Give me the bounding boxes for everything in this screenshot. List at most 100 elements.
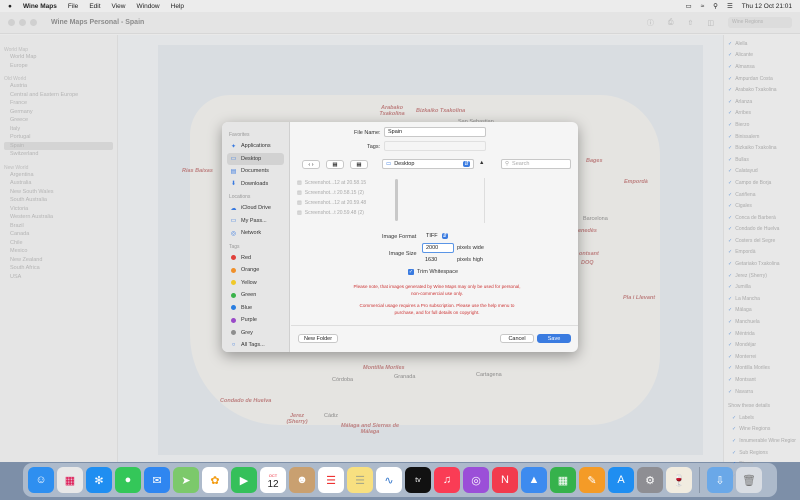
keynote-icon[interactable]: ▲ (521, 467, 547, 493)
image-size-label: Image Size (389, 251, 417, 257)
dialog-sidebar-label: Documents (241, 168, 269, 175)
location-popup[interactable]: ▭ Desktop ⇵ (382, 159, 474, 169)
dialog-sidebar-item[interactable]: ◎ Network (227, 227, 284, 240)
width-field[interactable]: 2000 (422, 243, 454, 253)
dialog-sidebar-item[interactable]: ☁ iCloud Drive (227, 202, 284, 215)
dialog-sidebar-item[interactable]: ✦ Applications (227, 140, 284, 153)
group-button[interactable]: ▦ (350, 160, 368, 169)
dialog-sidebar-label: Purple (241, 317, 257, 324)
tag-color-dot (231, 317, 236, 323)
tv-icon[interactable]: tv (405, 467, 431, 493)
tag-color-dot (231, 267, 236, 273)
wifi-icon[interactable]: ≈ (701, 3, 705, 10)
cancel-button[interactable]: Cancel (500, 334, 534, 343)
search-icon[interactable]: ⚲ (713, 2, 718, 10)
safari-icon[interactable]: ✻ (86, 467, 112, 493)
menu-view[interactable]: View (112, 3, 126, 10)
control-center-icon[interactable]: ☰ (727, 2, 733, 10)
contacts-icon[interactable]: ☻ (289, 467, 315, 493)
file-row[interactable]: ▧ Screenshot...12 at 20.58.15 (297, 178, 397, 188)
apple-icon[interactable]: ● (8, 3, 12, 10)
menu-bar: ● Wine Maps File Edit View Window Help ▭… (0, 0, 800, 12)
dialog-sidebar-item[interactable]: Grey (227, 327, 284, 340)
dialog-sidebar-item[interactable]: ⬇ Downloads (227, 178, 284, 191)
menu-window[interactable]: Window (137, 3, 160, 10)
notes-icon[interactable]: ☰ (347, 467, 373, 493)
save-dialog: Favorites ✦ Applications ▭ Desktop ▤ Documents… (222, 122, 578, 352)
finder-icon[interactable]: ☺ (28, 467, 54, 493)
file-name: Screenshot...12 at 20.58.15 (304, 180, 367, 186)
menu-help[interactable]: Help (171, 3, 184, 10)
height-field[interactable]: 1630 (422, 255, 454, 265)
music-icon[interactable]: ♫ (434, 467, 460, 493)
battery-icon[interactable]: ▭ (685, 2, 691, 10)
network-icon: ◎ (230, 230, 237, 237)
downloads-folder-icon[interactable]: ⇩ (707, 467, 733, 493)
freeform-icon[interactable]: ∿ (376, 467, 402, 493)
tag-dot-icon (230, 329, 237, 336)
dialog-sidebar-item[interactable]: ▤ Documents (227, 165, 284, 178)
file-row[interactable]: ▧ Screenshot...t 20.59.48 (2) (297, 208, 397, 218)
back-forward-buttons[interactable]: ‹ › (302, 160, 320, 169)
dialog-sidebar-item[interactable]: Green (227, 289, 284, 302)
dialog-sidebar-item[interactable]: Purple (227, 314, 284, 327)
menu-clock[interactable]: Thu 12 Oct 21:01 (742, 3, 792, 10)
menu-file[interactable]: File (68, 3, 78, 10)
news-icon[interactable]: N (492, 467, 518, 493)
trim-label: Trim Whitespace (417, 269, 459, 275)
file-name: Screenshot...t 20.59.48 (2) (304, 210, 364, 216)
app-store-icon[interactable]: A (608, 467, 634, 493)
location-label: Desktop (394, 161, 415, 167)
dialog-sidebar: Favorites ✦ Applications ▭ Desktop ▤ Documents… (222, 122, 290, 352)
file-browser-divider (484, 178, 485, 223)
menu-app-name[interactable]: Wine Maps (23, 3, 57, 10)
folder-icon: ▭ (386, 161, 392, 167)
file-row[interactable]: ▧ Screenshot...t 20.58.15 (2) (297, 188, 397, 198)
menu-edit[interactable]: Edit (89, 3, 100, 10)
messages-icon[interactable]: ● (115, 467, 141, 493)
view-mode-button[interactable]: ▦ (326, 160, 344, 169)
podcasts-icon[interactable]: ◎ (463, 467, 489, 493)
dialog-sidebar-item[interactable]: ▭ My Pass... (227, 215, 284, 228)
dialog-sidebar-item[interactable]: Red (227, 252, 284, 265)
dialog-sidebar-heading: Tags (229, 243, 240, 250)
save-button[interactable]: Save (537, 334, 571, 343)
tag-color-dot (231, 255, 236, 261)
facetime-icon[interactable]: ▶ (231, 467, 257, 493)
dialog-sidebar-item[interactable]: ▭ Desktop (227, 152, 284, 165)
dialog-sidebar-label: Yellow (241, 279, 257, 286)
calendar-icon[interactable]: OCT 12 (260, 467, 286, 493)
reminders-icon[interactable]: ☰ (318, 467, 344, 493)
dialog-search-field[interactable]: ⚲ Search (501, 159, 571, 169)
dialog-sidebar-item[interactable]: Orange (227, 264, 284, 277)
file-name-label: File Name: (354, 130, 381, 136)
file-name-field[interactable]: Spain (384, 127, 486, 137)
wine-maps-icon[interactable]: 🍷 (666, 467, 692, 493)
maps-icon[interactable]: ➤ (173, 467, 199, 493)
dialog-sidebar-label: Network (241, 230, 262, 237)
tags-field[interactable] (384, 141, 486, 151)
dialog-sidebar-item[interactable]: ○ All Tags... (227, 339, 284, 352)
trash-icon[interactable]: 🗑 (736, 467, 762, 493)
image-format-popup[interactable]: TIFF ⇵ (423, 231, 455, 241)
dialog-sidebar-label: Green (241, 292, 257, 299)
width-unit: pixels wide (457, 245, 484, 251)
trim-checkbox[interactable]: ✓ (408, 269, 414, 275)
dialog-sidebar-item[interactable]: Yellow (227, 277, 284, 290)
new-folder-button[interactable]: New Folder (298, 334, 338, 343)
photos-icon[interactable]: ✿ (202, 467, 228, 493)
numbers-icon[interactable]: ▦ (550, 467, 576, 493)
mail-icon[interactable]: ✉ (144, 467, 170, 493)
image-file-icon: ▧ (297, 210, 302, 216)
tags-label: Tags: (367, 144, 381, 150)
dialog-sidebar-label: Grey (241, 329, 253, 336)
applications-icon: ✦ (230, 143, 237, 150)
system-settings-icon[interactable]: ⚙ (637, 467, 663, 493)
file-list-scrollbar[interactable] (395, 179, 398, 221)
expand-icon[interactable]: ▲ (479, 160, 484, 166)
launchpad-icon[interactable]: ▦ (57, 467, 83, 493)
dialog-sidebar-item[interactable]: Blue (227, 302, 284, 315)
pages-icon[interactable]: ✎ (579, 467, 605, 493)
file-row[interactable]: ▧ Screenshot...12 at 20.59.48 (297, 198, 397, 208)
search-placeholder: Search (512, 161, 530, 167)
